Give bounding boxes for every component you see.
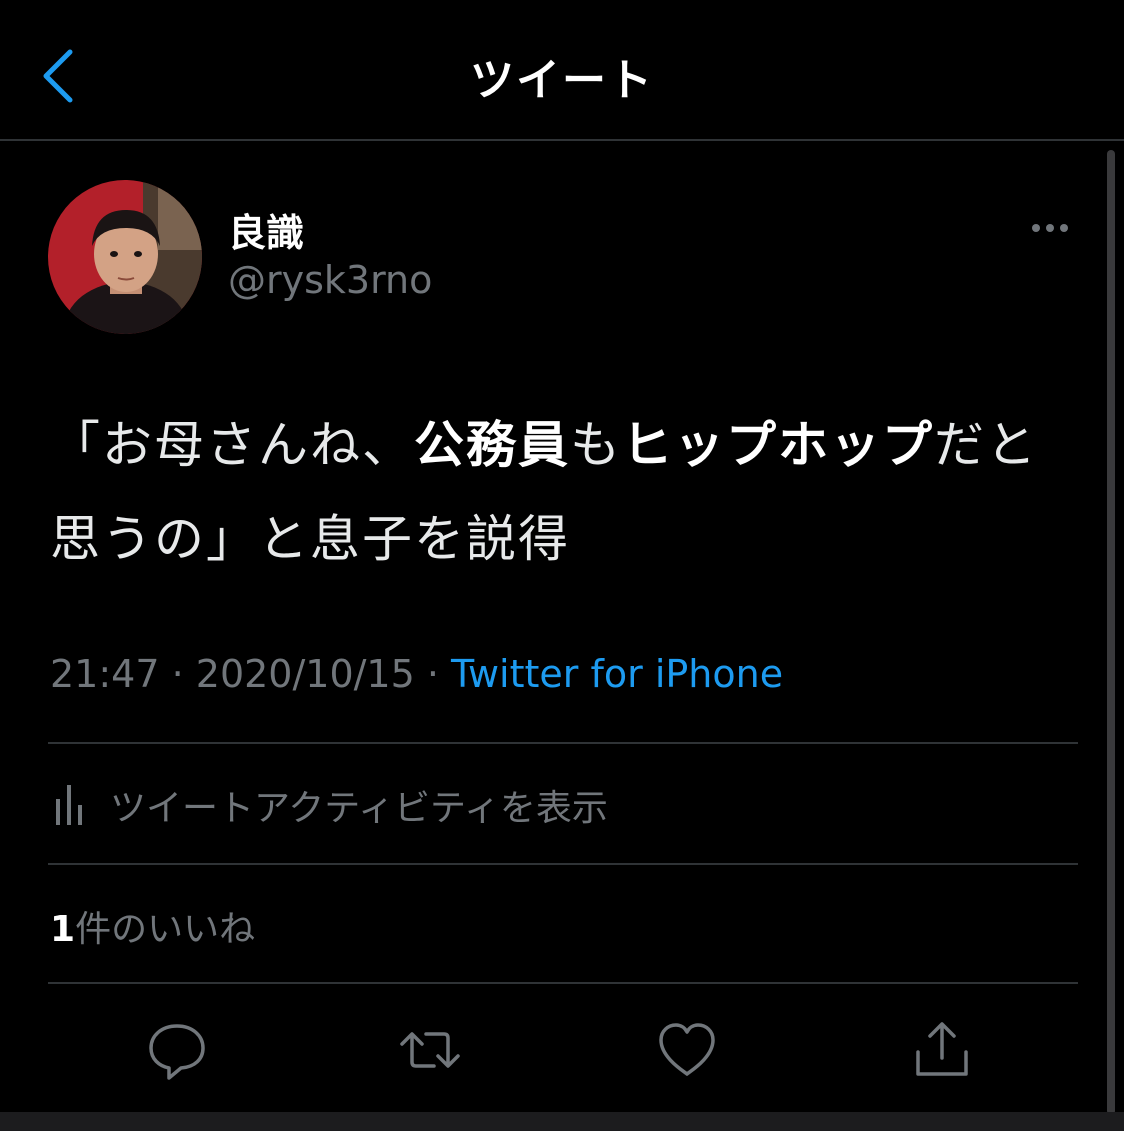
heart-icon [659,1023,715,1076]
meta-separator: · [159,652,196,696]
divider [48,742,1078,744]
tweet-activity-label: ツイートアクティビティを表示 [110,788,608,829]
retweet-arrows-icon [400,1032,460,1068]
retweet-button[interactable] [398,1018,462,1082]
divider [48,863,1078,865]
tweet-text-bold-segment: ヒップホップ [622,416,934,474]
avatar-photo [48,180,202,334]
page-title: ツイート [470,55,654,106]
more-options-button[interactable] [1020,212,1080,244]
divider [48,982,1078,984]
tweet-source-link[interactable]: Twitter for iPhone [451,652,783,696]
author-display-name[interactable]: 良識 [228,202,304,257]
share-button[interactable] [910,1018,974,1082]
tweet-text-segment: も [570,416,622,474]
reply-button[interactable] [145,1018,209,1082]
tweet-meta: 21:47 · 2020/10/15 · Twitter for iPhone [50,652,783,696]
bottom-toolbar-edge [0,1112,1124,1131]
tweet-text-bold-segment: 公務員 [414,416,570,474]
likes-label: 件のいいね [75,909,256,950]
author-handle[interactable]: @rysk3rno [228,258,432,302]
top-nav-bar: ツイート [0,0,1124,141]
scrollbar[interactable] [1107,150,1115,1115]
likes-count: 1 [50,909,76,950]
more-horizontal-icon [1032,224,1068,232]
tweet-time: 21:47 [50,652,160,696]
like-button[interactable] [655,1018,719,1082]
meta-separator: · [414,652,452,696]
bar-chart-icon [56,785,82,825]
likes-count-link[interactable]: 1件のいいね [50,900,255,952]
tweet-date: 2020/10/15 [195,652,415,696]
avatar[interactable] [48,180,202,334]
tweet-text: 「お母さんね、公務員もヒップホップだと思うの」と息子を説得 [50,398,1060,586]
tweet-text-segment: 「お母さんね、 [50,416,414,474]
speech-bubble-icon [149,1024,205,1080]
share-upload-icon [916,1022,968,1076]
